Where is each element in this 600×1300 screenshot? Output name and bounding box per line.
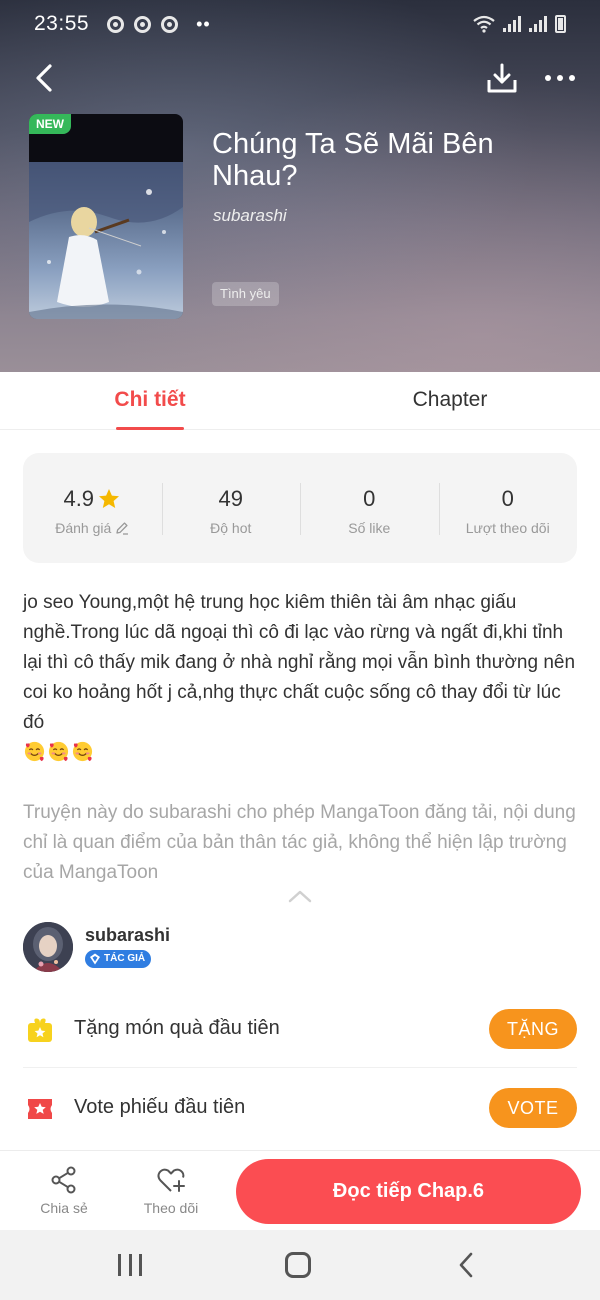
- author-badge: TÁC GIẢ: [85, 950, 152, 968]
- new-badge: NEW: [29, 114, 71, 134]
- vote-text: Vote phiếu đầu tiên: [74, 1096, 246, 1118]
- gift-icon: [28, 1018, 52, 1042]
- chevron-up-icon[interactable]: [287, 888, 313, 904]
- stat-label: Đánh giá: [55, 520, 112, 536]
- follow-label: Theo dõi: [143, 1200, 199, 1216]
- stat-value: 0: [363, 486, 376, 511]
- status-indicators: [473, 15, 566, 33]
- share-button[interactable]: Chia sẻ: [24, 1165, 104, 1216]
- stat-value: 0: [501, 486, 514, 511]
- author-avatar[interactable]: [23, 922, 73, 972]
- smiling-face-hearts-icon: [72, 741, 93, 762]
- book-author[interactable]: subarashi: [213, 206, 287, 226]
- wifi-icon: [473, 15, 495, 33]
- stat-value: 4.9: [63, 486, 95, 511]
- author-badge-icon: [90, 953, 100, 965]
- stat-rating[interactable]: 4.9 Đánh giá: [23, 453, 162, 563]
- continue-reading-button[interactable]: Đọc tiếp Chap.6: [236, 1159, 581, 1224]
- emoji-row: [23, 740, 94, 763]
- status-notifications: ••: [107, 14, 211, 35]
- system-back-icon[interactable]: [456, 1252, 476, 1278]
- back-arrow-icon: [36, 64, 52, 92]
- download-button[interactable]: [484, 60, 520, 96]
- author-name[interactable]: subarashi: [85, 925, 170, 946]
- stat-value: 49: [218, 486, 243, 511]
- chrome-icon: [107, 15, 125, 33]
- tab-detail[interactable]: Chi tiết: [100, 372, 200, 430]
- smiling-face-hearts-icon: [24, 741, 45, 762]
- stat-likes: 0 Số like: [300, 453, 439, 563]
- more-dot-icon: [545, 75, 551, 81]
- edit-pencil-icon: [116, 522, 129, 535]
- cover-illustration: [29, 162, 183, 319]
- gift-row: Tặng món quà đầu tiên TẶNG: [23, 990, 577, 1068]
- stats-panel: 4.9 Đánh giá 49 Độ hot 0 Số like 0 Lượt …: [23, 453, 577, 563]
- tab-chapter[interactable]: Chapter: [390, 372, 510, 430]
- stat-label: Số like: [348, 520, 391, 536]
- star-icon: [99, 489, 120, 508]
- author-badge-label: TÁC GIẢ: [104, 953, 146, 964]
- stat-label: Độ hot: [210, 520, 252, 536]
- stat-hot: 49 Độ hot: [161, 453, 301, 563]
- more-dot-icon: [557, 75, 563, 81]
- stat-rating-value-row: 4.9: [63, 486, 121, 512]
- genre-tag[interactable]: Tình yêu: [212, 282, 279, 306]
- more-notifications-icon: ••: [196, 13, 211, 34]
- back-button[interactable]: [26, 60, 62, 96]
- battery-icon: [555, 15, 566, 33]
- share-icon: [51, 1166, 76, 1194]
- status-bar: 23:55 ••: [0, 0, 600, 48]
- stat-label: Lượt theo dõi: [465, 520, 550, 536]
- home-icon[interactable]: [285, 1252, 311, 1278]
- vote-ticket-icon: [28, 1099, 52, 1119]
- gift-text: Tặng món quà đầu tiên: [74, 1017, 280, 1039]
- chrome-icon: [161, 15, 179, 33]
- book-title: Chúng Ta Sẽ Mãi Bên Nhau?: [212, 128, 494, 192]
- vote-button[interactable]: VOTE: [489, 1088, 577, 1128]
- recent-apps-icon[interactable]: [118, 1254, 142, 1276]
- signal-icon: [529, 16, 547, 32]
- avatar-image: [23, 922, 73, 972]
- heart-plus-icon: [157, 1168, 185, 1192]
- smiling-face-hearts-icon: [48, 741, 69, 762]
- copyright-disclaimer: Truyện này do subarashi cho phép MangaTo…: [23, 802, 576, 883]
- follow-button[interactable]: Theo dõi: [131, 1165, 211, 1216]
- signal-icon: [503, 16, 521, 32]
- stat-rating-label-row: Đánh giá: [55, 520, 129, 536]
- share-label: Chia sẻ: [40, 1200, 88, 1216]
- more-options-button[interactable]: [540, 60, 580, 96]
- bottom-action-bar: Chia sẻ Theo dõi Đọc tiếp Chap.6: [0, 1150, 600, 1230]
- book-cover[interactable]: NEW: [29, 114, 183, 319]
- stat-followers: 0 Lượt theo dõi: [438, 453, 578, 563]
- more-dot-icon: [569, 75, 575, 81]
- status-time: 23:55: [34, 12, 90, 35]
- download-icon: [487, 63, 517, 93]
- tab-bar: Chi tiết Chapter: [0, 372, 600, 430]
- book-header: 23:55 •• NEW Chúng Ta Sẽ Mãi Bên Nhau? s…: [0, 0, 600, 372]
- gift-button[interactable]: TẶNG: [489, 1009, 577, 1049]
- book-description: jo seo Young,một hệ trung học kiêm thiên…: [23, 592, 576, 733]
- chrome-icon: [134, 15, 152, 33]
- system-navigation-bar: [0, 1230, 600, 1300]
- vote-row: Vote phiếu đầu tiên VOTE: [23, 1069, 577, 1147]
